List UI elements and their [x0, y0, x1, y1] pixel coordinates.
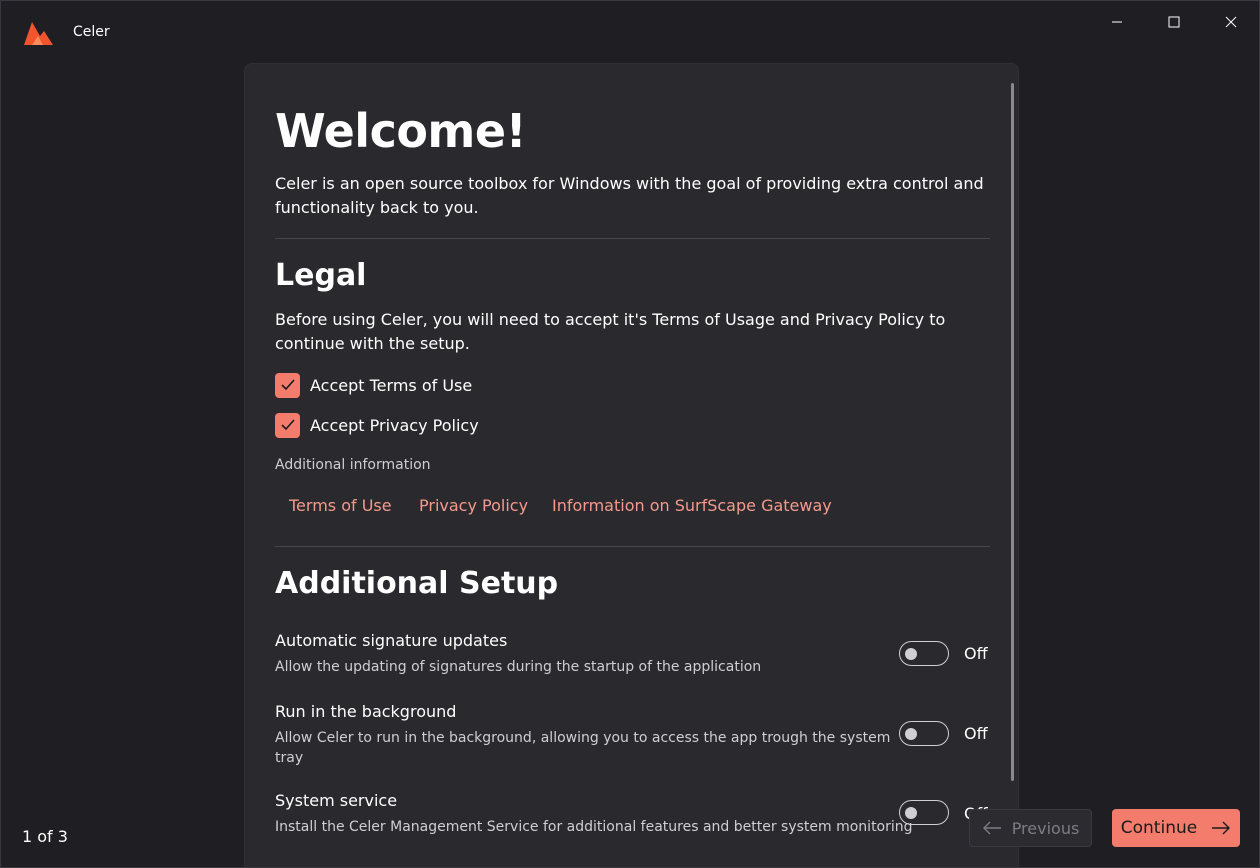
setting-description: Allow the updating of signatures during …: [275, 659, 762, 675]
checkmark-icon: [280, 379, 295, 391]
toggle-knob: [905, 728, 917, 740]
previous-label: Previous: [1011, 818, 1080, 838]
divider: [275, 546, 990, 547]
maximize-button[interactable]: [1145, 1, 1202, 43]
legal-heading: Legal: [275, 258, 367, 293]
run-in-background-toggle[interactable]: [899, 721, 949, 746]
title-bar[interactable]: Celer: [1, 1, 1259, 45]
checkmark-icon: [280, 419, 295, 431]
system-service-toggle[interactable]: [899, 800, 949, 825]
setting-title: Automatic signature updates: [275, 631, 508, 650]
close-icon: [1225, 16, 1236, 28]
setting-description: Allow Celer to run in the background, al…: [275, 730, 891, 766]
privacy-policy-link[interactable]: Privacy Policy: [419, 496, 528, 515]
checkbox-box[interactable]: [275, 412, 300, 438]
surfscape-gateway-link[interactable]: Information on SurfScape Gateway: [552, 496, 832, 515]
close-button[interactable]: [1202, 1, 1259, 43]
arrow-left-icon: [982, 821, 1001, 835]
accept-privacy-checkbox[interactable]: Accept Privacy Policy: [275, 412, 479, 438]
signature-updates-toggle[interactable]: [899, 641, 949, 666]
setting-title: Run in the background: [275, 702, 457, 721]
previous-button[interactable]: Previous: [969, 809, 1092, 847]
vertical-scrollbar[interactable]: [1011, 83, 1014, 781]
continue-button[interactable]: Continue: [1112, 809, 1240, 847]
intro-text: Celer is an open source toolbox for Wind…: [275, 174, 984, 217]
checkbox-label: Accept Privacy Policy: [310, 415, 479, 435]
welcome-heading: Welcome!: [275, 104, 527, 158]
setup-card[interactable]: Welcome! Celer is an open source toolbox…: [244, 63, 1019, 867]
app-window: Celer Welcome! Celer is an open source t…: [0, 0, 1260, 868]
continue-label: Continue: [1120, 818, 1198, 838]
toggle-state-label: Off: [964, 724, 988, 743]
window-title: Celer: [73, 24, 110, 40]
maximize-icon: [1168, 16, 1179, 28]
minimize-icon: [1111, 21, 1122, 23]
terms-of-use-link[interactable]: Terms of Use: [289, 496, 392, 515]
checkbox-box[interactable]: [275, 372, 300, 398]
legal-description: Before using Celer, you will need to acc…: [275, 310, 946, 353]
setting-description: Install the Celer Management Service for…: [275, 819, 913, 835]
toggle-knob: [905, 807, 917, 819]
app-logo-icon: [24, 22, 53, 45]
divider: [275, 238, 990, 239]
minimize-button[interactable]: [1088, 1, 1145, 43]
additional-info-label: Additional information: [275, 457, 431, 473]
toggle-knob: [905, 648, 917, 660]
setting-title: System service: [275, 791, 398, 810]
toggle-state-label: Off: [964, 644, 988, 663]
checkbox-label: Accept Terms of Use: [310, 375, 473, 395]
accept-terms-checkbox[interactable]: Accept Terms of Use: [275, 372, 472, 398]
additional-setup-heading: Additional Setup: [275, 566, 559, 601]
arrow-right-icon: [1212, 821, 1231, 835]
page-indicator: 1 of 3: [22, 827, 68, 846]
